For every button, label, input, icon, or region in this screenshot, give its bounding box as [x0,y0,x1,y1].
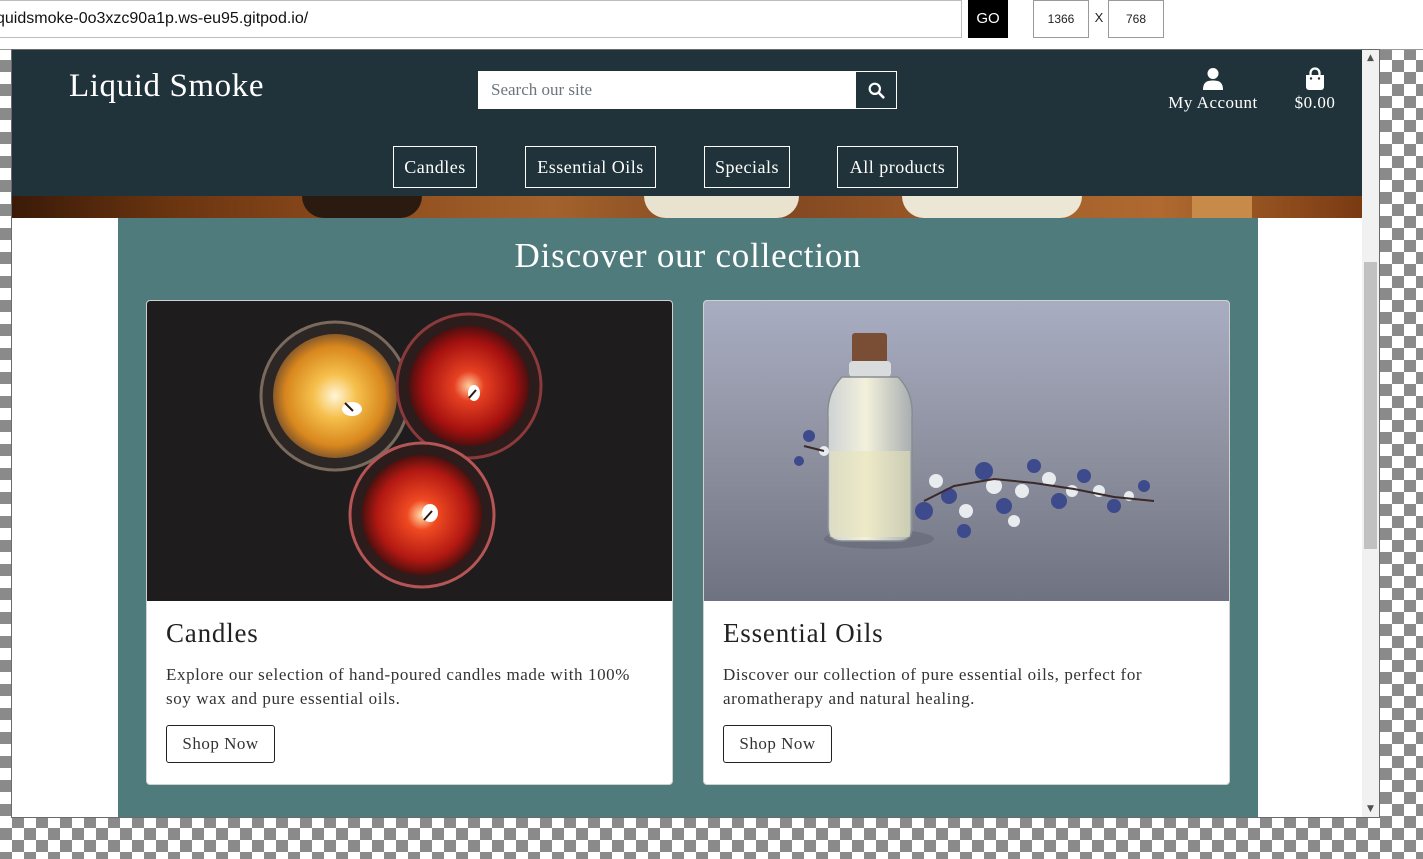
scroll-down-arrow-icon[interactable]: ▼ [1362,801,1379,817]
search-button[interactable] [855,71,897,109]
search-input[interactable] [478,71,856,109]
go-button[interactable]: GO [968,0,1008,38]
essential-oils-card-title: Essential Oils [723,618,884,648]
collection-title: Discover our collection [514,236,862,275]
user-icon [1203,68,1223,90]
url-input[interactable]: quidsmoke-0o3xzc90a1p.ws-eu95.gitpod.io/ [0,0,962,38]
height-input[interactable]: 768 [1108,0,1164,38]
site-viewport: Liquid Smoke My Account [12,50,1379,817]
collection-section: Discover our collection Candles Explore … [118,218,1258,817]
candles-card-text: Explore our selection of hand-poured can… [166,665,631,708]
my-account-link[interactable]: My Account [1162,67,1264,113]
width-input[interactable]: 1366 [1033,0,1089,38]
hero-image [12,196,1362,218]
resizer-toolbar: quidsmoke-0o3xzc90a1p.ws-eu95.gitpod.io/… [0,0,1423,50]
candles-image [147,301,672,601]
search-form [478,71,897,109]
essential-oils-image [704,301,1229,601]
shopping-bag-icon [1306,67,1324,90]
candles-shop-now-button[interactable]: Shop Now [166,725,275,763]
nav-candles[interactable]: Candles [393,146,477,188]
essential-oils-shop-now-button[interactable]: Shop Now [723,725,832,763]
nav-essential-oils[interactable]: Essential Oils [525,146,656,188]
site-logo[interactable]: Liquid Smoke [69,68,264,105]
vertical-scrollbar[interactable]: ▲ ▼ [1362,50,1379,817]
essential-oils-card: Essential Oils Discover our collection o… [703,300,1230,785]
my-account-label: My Account [1168,93,1258,112]
nav-all-products[interactable]: All products [837,146,958,188]
candles-card: Candles Explore our selection of hand-po… [146,300,673,785]
scroll-up-arrow-icon[interactable]: ▲ [1362,50,1379,66]
search-icon [868,82,885,99]
nav-specials[interactable]: Specials [704,146,790,188]
bag-total: $0.00 [1294,93,1336,112]
essential-oils-card-text: Discover our collection of pure essentia… [723,665,1143,708]
candles-card-title: Candles [166,618,259,648]
shopping-bag-link[interactable]: $0.00 [1287,67,1343,113]
scrollbar-thumb[interactable] [1364,262,1377,549]
site-header: Liquid Smoke My Account [12,50,1362,196]
dimension-separator: X [1094,10,1104,25]
